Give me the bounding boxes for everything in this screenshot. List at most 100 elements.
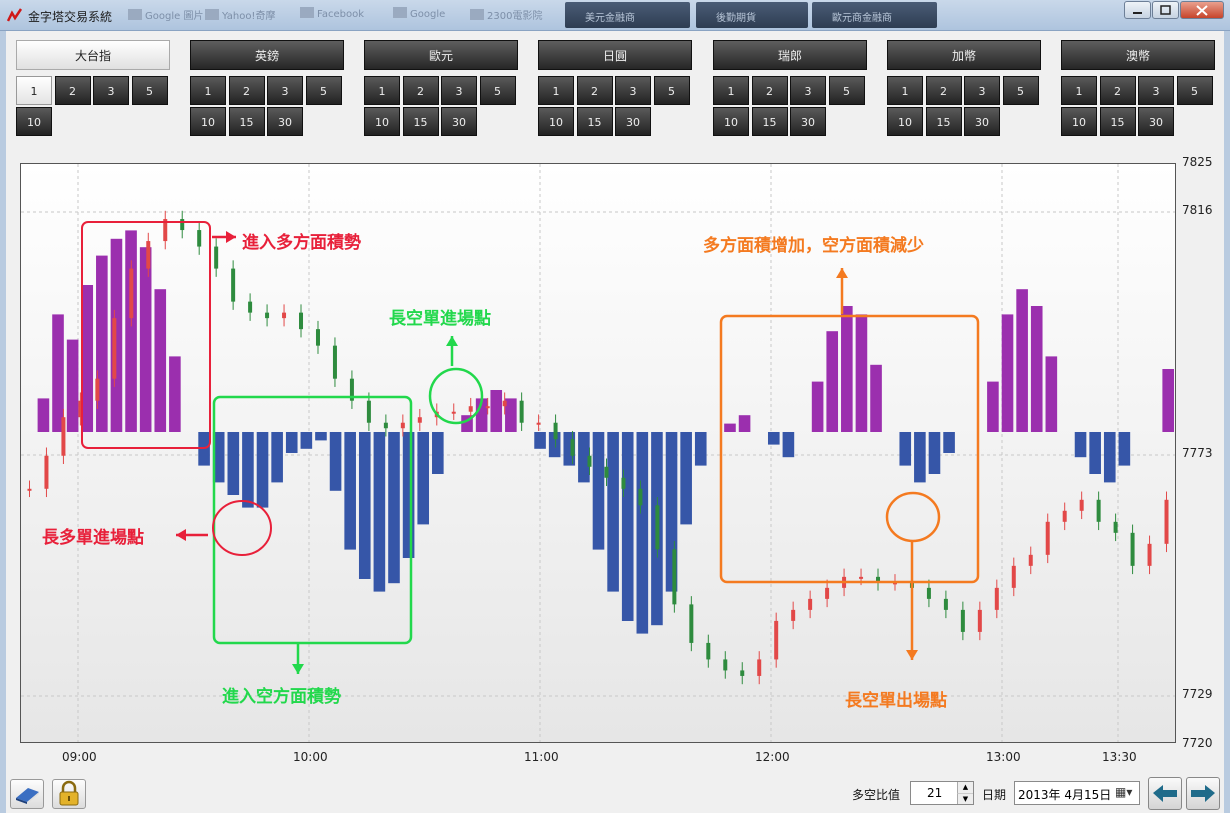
previous-button[interactable] [1148,777,1182,810]
period-button[interactable]: 1 [190,76,226,105]
candle-body [740,670,745,676]
period-button[interactable]: 2 [1099,76,1136,105]
chart-svg [21,164,1175,742]
ratio-down-button[interactable]: ▼ [957,793,973,804]
candle-body [1011,565,1016,588]
symbol-group-2: 英鎊 1 2 3 5 10 15 30 [190,40,344,136]
candle-body [44,455,49,489]
histogram-bar [1045,356,1058,432]
period-button[interactable]: 2 [402,76,439,105]
period-button[interactable]: 3 [93,76,129,105]
period-button[interactable]: 10 [1061,107,1097,136]
histogram-bar [738,415,751,432]
period-button[interactable]: 1 [887,76,923,105]
histogram-bar [855,314,868,432]
histogram-bar [680,432,692,525]
period-button[interactable]: 5 [1002,76,1039,105]
symbol-tab[interactable]: 英鎊 [190,40,344,70]
symbol-tab[interactable]: 加幣 [887,40,1041,70]
period-button[interactable]: 2 [228,76,265,105]
period-button[interactable]: 5 [131,76,168,105]
histogram-bar [1001,314,1014,432]
period-button[interactable]: 15 [1099,107,1136,136]
histogram-bar [534,432,546,449]
period-button[interactable]: 1 [538,76,574,105]
lock-button[interactable] [52,779,86,809]
period-button[interactable]: 10 [364,107,400,136]
book-button[interactable] [10,779,44,809]
symbol-tab[interactable]: 歐元 [364,40,518,70]
period-button[interactable]: 10 [538,107,574,136]
period-button[interactable]: 15 [576,107,613,136]
period-button[interactable]: 5 [828,76,865,105]
candle-body [1164,499,1169,544]
symbol-tab[interactable]: 澳幣 [1061,40,1215,70]
period-button[interactable]: 3 [441,76,477,105]
close-button[interactable] [1180,1,1224,19]
calendar-dropdown-icon[interactable]: ▦▾ [1115,785,1132,799]
candle-body [604,466,609,478]
histogram-bar [300,432,313,449]
candle-body [621,477,626,489]
period-button[interactable]: 30 [964,107,1000,136]
period-button[interactable]: 2 [925,76,962,105]
period-button[interactable]: 1 [713,76,749,105]
candle-body [248,301,253,313]
ghost-button: 美元金融商 [565,2,690,28]
date-picker[interactable]: 2013年 4月15日 ▦▾ [1014,781,1140,805]
period-button[interactable]: 2 [54,76,91,105]
period-button[interactable]: 3 [790,76,826,105]
period-button[interactable]: 1 [16,76,52,105]
period-button[interactable]: 10 [190,107,226,136]
candle-body [587,455,592,467]
ratio-up-button[interactable]: ▲ [957,782,973,793]
next-button[interactable] [1186,777,1220,810]
candle-body [655,505,660,550]
candle-body [129,268,134,319]
maximize-button[interactable] [1152,1,1179,19]
period-button[interactable]: 30 [790,107,826,136]
period-button[interactable]: 5 [653,76,690,105]
period-button[interactable]: 1 [364,76,400,105]
period-button[interactable]: 30 [267,107,303,136]
period-button[interactable]: 10 [16,107,52,136]
histogram-bar [782,432,795,458]
period-button[interactable]: 3 [615,76,651,105]
candle-body [214,246,219,269]
period-button[interactable]: 2 [751,76,788,105]
histogram-bar [315,432,327,441]
period-button[interactable]: 3 [1138,76,1174,105]
histogram-bar [52,314,64,432]
period-button[interactable]: 5 [1176,76,1213,105]
annotation-label: 長空單進場點 [389,309,491,329]
symbol-tab[interactable]: 瑞郎 [713,40,867,70]
period-button[interactable]: 30 [441,107,477,136]
chart-area[interactable] [20,163,1176,743]
period-button[interactable]: 15 [925,107,962,136]
period-button[interactable]: 5 [305,76,342,105]
period-button[interactable]: 3 [964,76,1000,105]
symbol-tab[interactable]: 日圓 [538,40,692,70]
period-button[interactable]: 1 [1061,76,1097,105]
period-button[interactable]: 30 [1138,107,1174,136]
symbol-group-6: 加幣 1 2 3 5 10 15 30 [887,40,1041,136]
period-button[interactable]: 3 [267,76,303,105]
period-button[interactable]: 15 [228,107,265,136]
window-title: 金字塔交易系統 [28,10,113,24]
candle-body [1028,554,1033,566]
period-button[interactable]: 15 [751,107,788,136]
app-logo-icon [7,8,23,22]
period-button[interactable]: 10 [713,107,749,136]
period-button[interactable]: 15 [402,107,439,136]
ratio-stepper[interactable]: 21 ▲ ▼ [910,781,974,805]
period-button[interactable]: 10 [887,107,923,136]
histogram-bar [1016,289,1028,432]
minimize-button[interactable] [1124,1,1151,19]
short-exit-circle [885,491,941,543]
histogram-bar [811,381,824,432]
period-button[interactable]: 30 [615,107,651,136]
symbol-tab[interactable]: 大台指 [16,40,170,70]
period-button[interactable]: 2 [576,76,613,105]
lock-icon [59,780,79,806]
period-button[interactable]: 5 [479,76,516,105]
